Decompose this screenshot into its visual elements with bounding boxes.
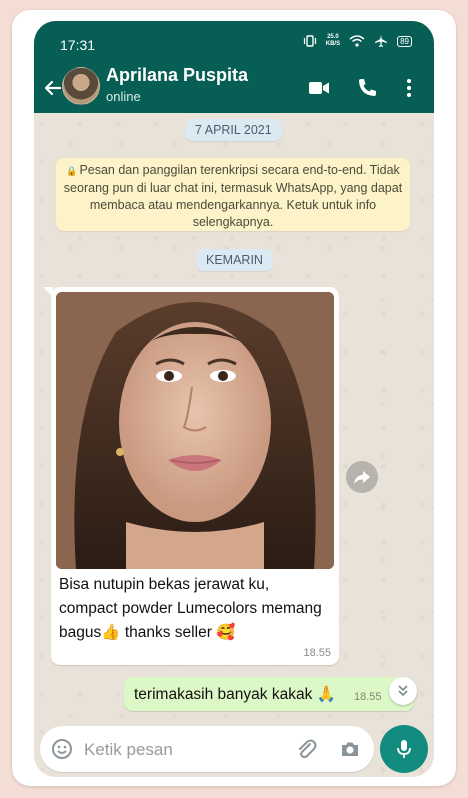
vibrate-icon [303, 35, 316, 47]
wifi-icon [349, 35, 365, 47]
status-bar: 17:31 25.0 KB/S 89 [34, 21, 434, 65]
forward-button[interactable] [346, 461, 378, 493]
outgoing-message[interactable]: terimakasih banyak kakak 🙏 18.55 [124, 677, 414, 711]
double-chevron-down-icon [398, 685, 408, 697]
contact-name[interactable]: Aprilana Puspita [106, 65, 248, 86]
outgoing-text: terimakasih banyak kakak 🙏 [134, 686, 336, 703]
status-time: 17:31 [60, 37, 96, 53]
contact-avatar[interactable] [62, 67, 100, 105]
encryption-notice[interactable]: 🔒 Pesan dan panggilan terenkripsi secara … [56, 158, 410, 231]
voice-record-button[interactable] [380, 725, 428, 773]
message-input[interactable] [82, 737, 276, 763]
date-separator: 7 APRIL 2021 [185, 119, 282, 141]
outgoing-time: 18.55 [354, 691, 382, 703]
battery-indicator: 89 [397, 35, 412, 47]
incoming-message[interactable]: Bisa nutupin bekas jerawat ku, compact p… [43, 287, 339, 665]
encryption-text: Pesan dan panggilan terenkripsi secara e… [63, 163, 403, 229]
more-vert-icon[interactable] [396, 75, 422, 101]
message-caption: Bisa nutupin bekas jerawat ku, compact p… [59, 576, 322, 641]
video-call-icon[interactable] [306, 75, 332, 101]
emoji-icon[interactable] [50, 737, 74, 761]
status-icons: 25.0 KB/S 89 [303, 34, 412, 48]
attach-icon[interactable] [294, 737, 318, 761]
phone-screen: 17:31 25.0 KB/S 89 Aprilana Puspita onli… [34, 21, 434, 777]
chat-header: Aprilana Puspita online [34, 65, 434, 113]
net-speed-unit: KB/S [325, 41, 341, 47]
date-separator: KEMARIN [196, 249, 273, 271]
message-time: 18.55 [303, 647, 331, 659]
message-input-bar [40, 726, 374, 772]
net-speed: 25.0 KB/S [326, 34, 340, 48]
phone-icon[interactable] [354, 75, 380, 101]
mic-icon [397, 740, 411, 758]
camera-icon[interactable] [338, 737, 362, 761]
scroll-to-bottom-button[interactable] [389, 677, 417, 705]
portrait-image [56, 292, 334, 569]
airplane-mode-icon [375, 35, 388, 47]
forward-icon [354, 471, 370, 484]
contact-status: online [106, 89, 141, 104]
lock-icon: 🔒 [66, 166, 78, 176]
message-photo[interactable] [56, 292, 334, 569]
net-speed-value: 25.0 [327, 34, 339, 40]
